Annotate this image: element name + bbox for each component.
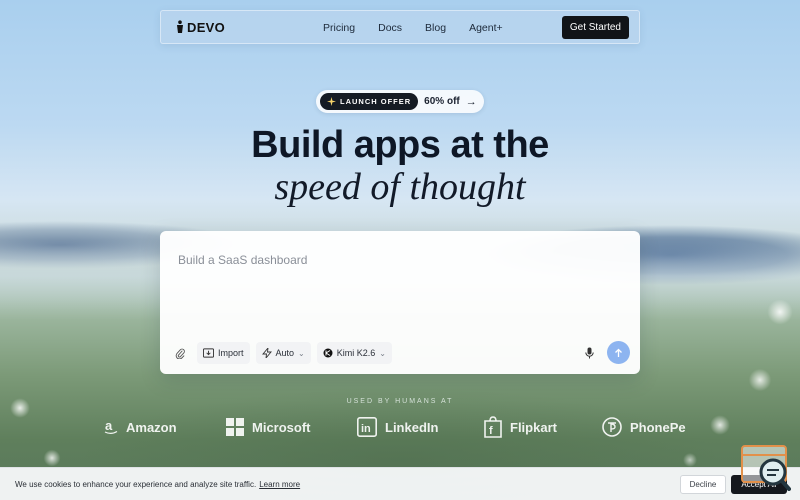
- brand-microsoft-label: Microsoft: [252, 419, 311, 435]
- nav-link-agent-plus[interactable]: Agent+: [469, 22, 503, 34]
- send-button[interactable]: [607, 341, 630, 364]
- arrow-right-icon: →: [465, 95, 477, 108]
- phonepe-logo-icon: [602, 417, 622, 437]
- mode-selector[interactable]: Auto ⌄: [255, 342, 311, 364]
- launch-offer-pill[interactable]: LAUNCH OFFER 60% off →: [316, 90, 484, 113]
- brand-flipkart-label: Flipkart: [510, 419, 557, 435]
- mode-label: Auto: [275, 348, 295, 358]
- arrow-up-icon: [615, 348, 622, 357]
- prompt-card: Import Auto ⌄ Kimi K2.6 ⌄: [160, 231, 640, 374]
- microsoft-logo-icon: [226, 418, 244, 436]
- microphone-icon: [584, 347, 594, 359]
- prompt-toolbar: Import Auto ⌄ Kimi K2.6 ⌄: [170, 342, 392, 364]
- logo-mark-icon: [177, 20, 183, 33]
- paperclip-icon: [175, 348, 185, 359]
- svg-text:a: a: [105, 419, 113, 433]
- logo-text: DEVO: [187, 19, 226, 35]
- cookie-banner: We use cookies to enhance your experienc…: [0, 467, 800, 500]
- hero-subtitle: speed of thought: [274, 166, 526, 208]
- decline-cookies-button[interactable]: Decline: [680, 475, 726, 494]
- chevron-down-icon: ⌄: [379, 348, 386, 358]
- brand-flipkart: f Flipkart: [484, 414, 557, 440]
- brand-amazon-label: Amazon: [126, 419, 177, 435]
- nav-link-pricing[interactable]: Pricing: [323, 22, 355, 34]
- chat-search-icon: [741, 445, 791, 491]
- brand-linkedin: in LinkedIn: [357, 414, 438, 440]
- offer-discount: 60% off: [424, 96, 460, 107]
- cookie-message: We use cookies to enhance your experienc…: [15, 479, 257, 489]
- top-navbar: DEVO Pricing Docs Blog Agent+ Get Starte…: [160, 10, 640, 44]
- launch-offer-label: LAUNCH OFFER: [340, 97, 412, 106]
- model-logo-icon: [323, 348, 333, 358]
- get-started-button[interactable]: Get Started: [561, 16, 629, 39]
- brand-linkedin-label: LinkedIn: [385, 419, 439, 435]
- nav-link-blog[interactable]: Blog: [425, 22, 446, 34]
- microphone-button[interactable]: [582, 346, 596, 360]
- amazon-logo-icon: a: [104, 419, 118, 434]
- sparkle-icon: [327, 97, 336, 106]
- nav-links: Pricing Docs Blog Agent+: [323, 11, 503, 45]
- attach-button[interactable]: [170, 342, 191, 364]
- import-label: Import: [218, 348, 244, 358]
- import-button[interactable]: Import: [197, 342, 250, 364]
- learn-more-link[interactable]: Learn more: [259, 480, 300, 489]
- used-by-label: USED BY HUMANS AT: [346, 398, 454, 405]
- chevron-down-icon: ⌄: [298, 348, 305, 358]
- hero-title: Build apps at the: [251, 124, 549, 166]
- linkedin-logo-icon: in: [357, 417, 377, 437]
- brand-microsoft: Microsoft: [226, 414, 311, 440]
- brand-phonepe-label: PhonePe: [630, 419, 686, 435]
- brand-phonepe: PhonePe: [602, 414, 686, 440]
- brand-amazon: a Amazon: [104, 414, 177, 440]
- customer-logos: a Amazon Microsoft in LinkedIn f Flipkar…: [100, 414, 700, 440]
- import-icon: [203, 348, 214, 358]
- model-selector[interactable]: Kimi K2.6 ⌄: [316, 342, 392, 364]
- flipkart-logo-icon: f: [484, 416, 502, 438]
- svg-text:in: in: [361, 423, 371, 435]
- chat-support-widget[interactable]: [741, 445, 791, 491]
- prompt-input[interactable]: [178, 253, 618, 267]
- logo[interactable]: DEVO: [175, 20, 225, 35]
- launch-offer-tag: LAUNCH OFFER: [320, 93, 419, 110]
- svg-text:f: f: [489, 425, 493, 437]
- lightning-icon: [261, 348, 272, 358]
- model-label: Kimi K2.6: [336, 348, 376, 358]
- nav-link-docs[interactable]: Docs: [378, 22, 402, 34]
